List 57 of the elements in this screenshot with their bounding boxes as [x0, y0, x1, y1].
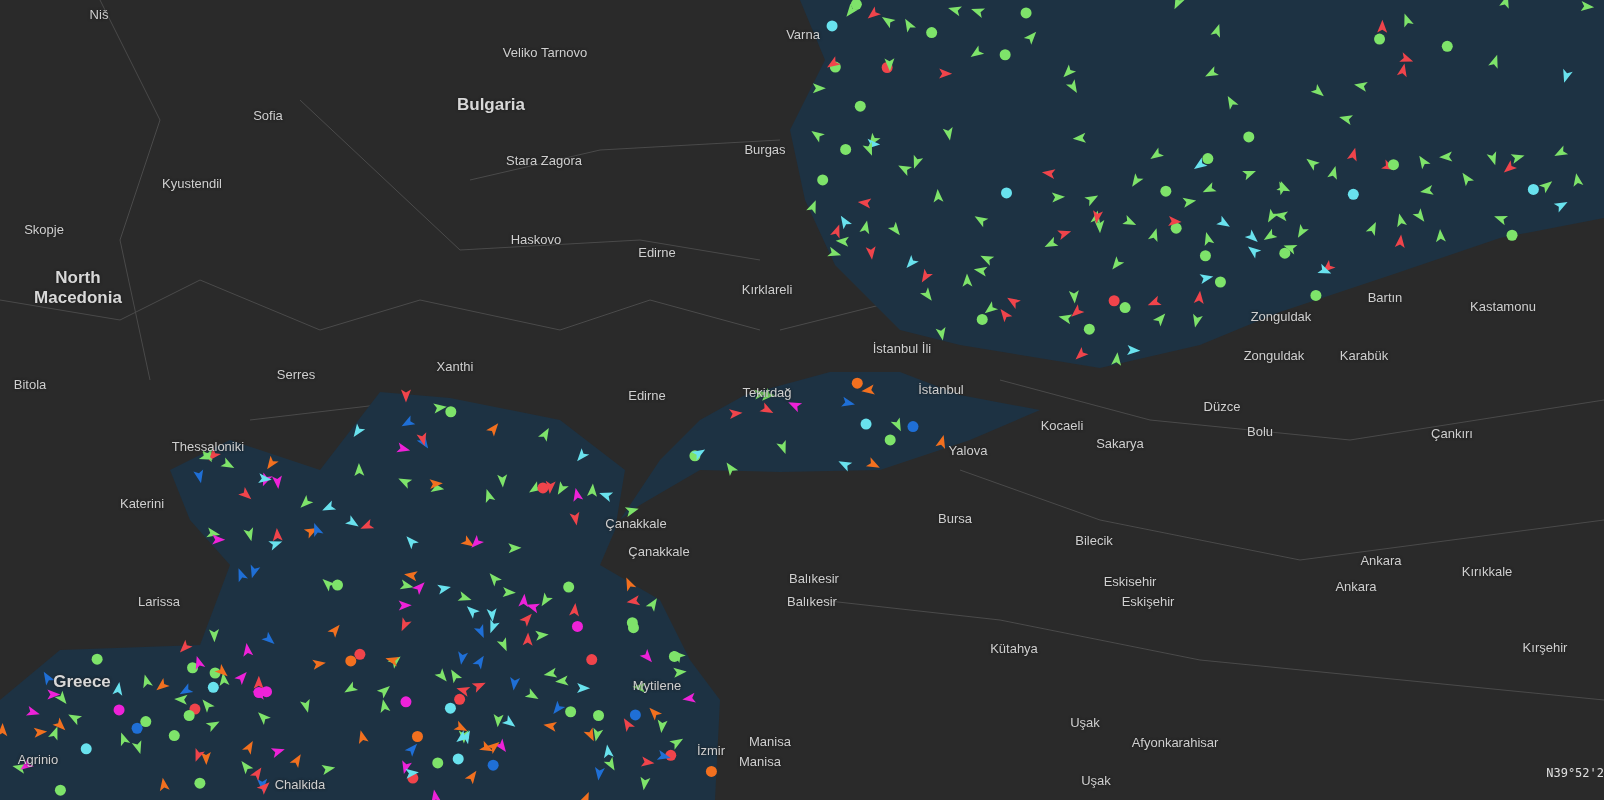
city-label: Bartın — [1367, 289, 1403, 305]
city-label: Veliko Tarnovo — [502, 44, 588, 60]
country-label: Bulgaria — [456, 95, 526, 115]
country-label: Greece — [52, 672, 112, 692]
city-label: Varna — [786, 26, 820, 42]
city-label: Bursa — [938, 510, 972, 526]
city-label: Yalova — [948, 442, 988, 458]
city-label: Kırıkkale — [1461, 563, 1513, 579]
city-label: Ankara — [1360, 552, 1402, 568]
city-label: Skopje — [24, 221, 64, 237]
city-label: Katerini — [119, 495, 165, 511]
city-label: İstanbul İli — [872, 340, 932, 356]
city-label: İzmir — [696, 742, 726, 758]
city-label: Çanakkale — [628, 543, 690, 559]
city-label: Edirne — [638, 244, 676, 260]
city-label: Kırklareli — [741, 281, 793, 297]
country-label: North Macedonia — [33, 268, 123, 308]
city-label: Kocaeli — [1040, 417, 1084, 433]
city-label: Agrinio — [17, 751, 59, 767]
city-label: Eskisehir — [1103, 573, 1157, 589]
city-label: Kırşehir — [1522, 639, 1568, 655]
city-label: Uşak — [1070, 714, 1100, 730]
city-label: Uşak — [1081, 772, 1111, 788]
city-label: Bilecik — [1075, 532, 1113, 548]
city-label: Manisa — [739, 753, 781, 769]
city-label: Manisa — [749, 733, 791, 749]
city-label: Eskişehir — [1121, 593, 1175, 609]
coordinates-readout: N39°52'2 — [1546, 765, 1604, 782]
city-label: Haskovo — [510, 231, 562, 247]
city-label: Sofia — [253, 107, 283, 123]
city-label: Çankırı — [1431, 425, 1473, 441]
city-label: Mytilene — [632, 677, 682, 693]
city-label: Zonguldak — [1250, 308, 1312, 324]
city-label: Kütahya — [990, 640, 1038, 656]
city-label: Sakarya — [1096, 435, 1144, 451]
city-label: Kastamonu — [1470, 298, 1536, 314]
city-label: Niš — [89, 6, 109, 22]
city-label: Serres — [276, 366, 316, 382]
city-label: Edirne — [628, 387, 666, 403]
city-label: Afyonkarahisar — [1131, 734, 1219, 750]
city-label: Balıkesir — [789, 570, 839, 586]
city-label: Ankara — [1335, 578, 1377, 594]
city-label: Thessaloniki — [171, 438, 245, 454]
city-label: Xanthi — [436, 358, 474, 374]
city-label: Zonguldak — [1243, 347, 1305, 363]
city-label: Balıkesir — [787, 593, 837, 609]
city-label: Kyustendil — [162, 175, 222, 191]
city-label: Bolu — [1247, 423, 1273, 439]
city-label: Stara Zagora — [506, 152, 582, 168]
city-label: Bitola — [13, 376, 47, 392]
city-label: Chalkida — [274, 776, 326, 792]
city-label: Düzce — [1203, 398, 1241, 414]
city-label: Burgas — [744, 141, 786, 157]
city-label: İstanbul — [918, 381, 964, 397]
city-label: Karabük — [1339, 347, 1389, 363]
city-label: Çanakkale — [605, 515, 667, 531]
city-label: Larissa — [138, 593, 180, 609]
